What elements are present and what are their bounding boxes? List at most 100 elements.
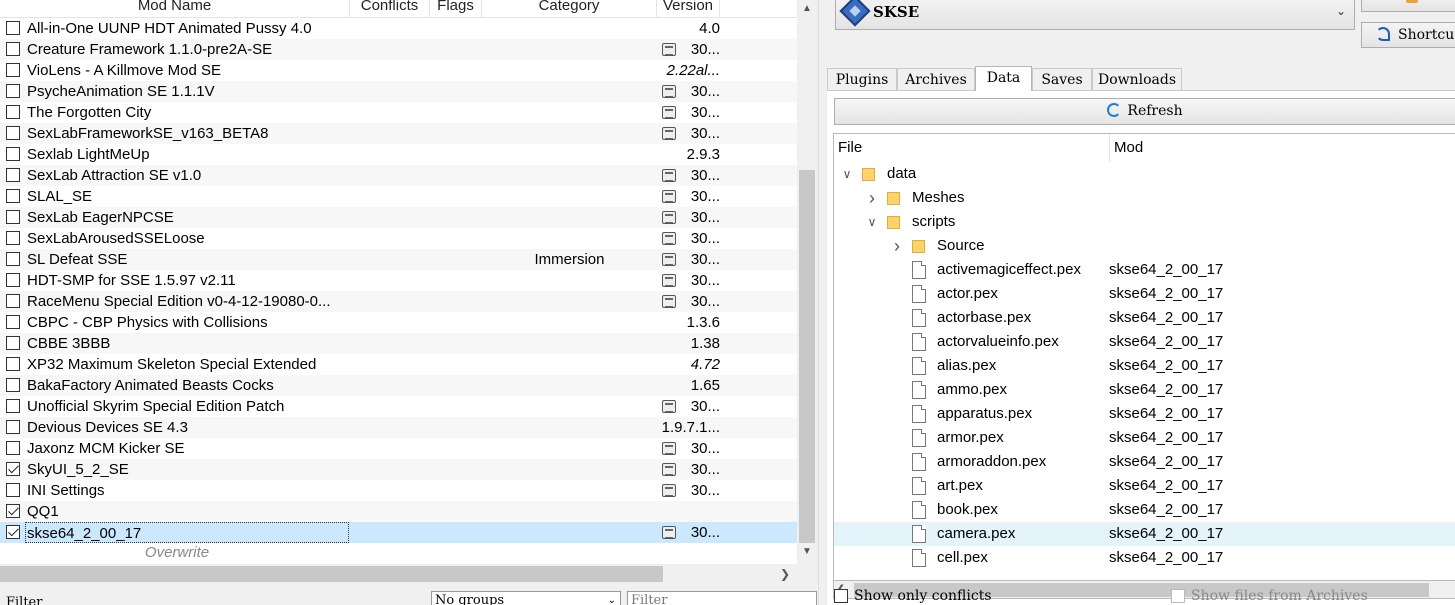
mod-enabled-checkbox[interactable] [6,420,20,434]
mod-row[interactable]: SLAL_SE 30... [0,186,797,207]
column-flags[interactable]: Flags [430,0,482,18]
checkbox-box[interactable] [1171,589,1185,603]
tree-row[interactable]: actor.pex skse64_2_00_17 [834,282,1455,306]
mod-enabled-checkbox[interactable] [6,357,20,371]
mod-row[interactable]: SexLab EagerNPCSE 30... [0,207,797,228]
tab-downloads[interactable]: Downloads [1092,68,1182,91]
tree-row[interactable]: › Source [834,234,1455,258]
mod-enabled-checkbox[interactable] [6,126,20,140]
scroll-up-icon[interactable]: ▲ [797,0,817,18]
mod-enabled-checkbox[interactable] [6,252,20,266]
mod-enabled-checkbox[interactable] [6,462,20,476]
column-mod[interactable]: Mod [1110,134,1455,162]
column-file[interactable]: File [834,134,1110,162]
mod-row[interactable]: PsycheAnimation SE 1.1.1V 30... [0,81,797,102]
tree-row[interactable]: armoraddon.pex skse64_2_00_17 [834,450,1455,474]
mod-row[interactable]: Jaxonz MCM Kicker SE 30... [0,438,797,459]
tree-row[interactable]: activemagiceffect.pex skse64_2_00_17 [834,258,1455,282]
mod-list[interactable]: Mod Name Conflicts Flags Category Versio… [0,0,797,564]
tree-row[interactable]: actorbase.pex skse64_2_00_17 [834,306,1455,330]
mod-enabled-checkbox[interactable] [6,105,20,119]
scroll-right-icon[interactable]: ❯ [777,564,793,584]
tree-row[interactable]: cell.pex skse64_2_00_17 [834,546,1455,570]
mod-list-horizontal-scrollbar[interactable]: ❯ [0,564,797,584]
mod-enabled-checkbox[interactable] [6,315,20,329]
mod-enabled-checkbox[interactable] [6,42,20,56]
chevron-right-icon[interactable]: › [890,234,904,258]
column-version[interactable]: Version [657,0,720,18]
groups-select[interactable]: No groups ⌄ [431,591,621,605]
mod-row[interactable]: SexLabFrameworkSE_v163_BETA8 30... [0,123,797,144]
mod-enabled-checkbox[interactable] [6,189,20,203]
mod-row[interactable]: CBPC - CBP Physics with Collisions 1.3.6 [0,312,797,333]
tab-saves[interactable]: Saves [1032,68,1092,91]
tree-row[interactable]: › Meshes [834,186,1455,210]
scroll-down-icon[interactable]: ▼ [797,543,817,561]
mod-row[interactable]: HDT-SMP for SSE 1.5.97 v2.11 30... [0,270,797,291]
tree-row[interactable]: ∨ scripts [834,210,1455,234]
column-category[interactable]: Category [482,0,657,18]
mod-enabled-checkbox[interactable] [6,168,20,182]
refresh-button[interactable]: Refresh [834,98,1455,125]
column-mod-name[interactable]: Mod Name [0,0,350,18]
mod-row[interactable]: INI Settings 30... [0,480,797,501]
mod-row[interactable]: The Forgotten City 30... [0,102,797,123]
checkbox-box[interactable] [834,589,848,603]
tree-row[interactable]: book.pex skse64_2_00_17 [834,498,1455,522]
mod-row[interactable]: BakaFactory Animated Beasts Cocks 1.65 [0,375,797,396]
tree-row[interactable]: armor.pex skse64_2_00_17 [834,426,1455,450]
mod-row[interactable]: VioLens - A Killmove Mod SE 2.22al... [0,60,797,81]
tab-data[interactable]: Data [975,66,1032,91]
mod-list-vertical-scrollbar[interactable]: ▲ ▼ [797,0,817,564]
mod-enabled-checkbox[interactable] [6,273,20,287]
mod-row[interactable]: SexLab Attraction SE v1.0 30... [0,165,797,186]
tree-row[interactable]: apparatus.pex skse64_2_00_17 [834,402,1455,426]
mod-enabled-checkbox[interactable] [6,84,20,98]
scrollbar-thumb[interactable] [0,566,663,582]
mod-row[interactable]: Devious Devices SE 4.3 1.9.7.1... [0,417,797,438]
mod-enabled-checkbox[interactable] [6,231,20,245]
chevron-right-icon[interactable]: › [865,186,879,210]
mod-row[interactable]: QQ1 [0,501,797,522]
mod-enabled-checkbox[interactable] [6,378,20,392]
mod-enabled-checkbox[interactable] [6,399,20,413]
tree-row[interactable]: art.pex skse64_2_00_17 [834,474,1455,498]
mod-enabled-checkbox[interactable] [6,441,20,455]
mod-row[interactable]: SL Defeat SSE Immersion 30... [0,249,797,270]
chevron-down-icon[interactable]: ∨ [865,210,879,234]
mod-enabled-checkbox[interactable] [6,504,20,518]
chevron-down-icon[interactable]: ∨ [840,162,854,186]
filter-input[interactable]: Filter [627,591,817,605]
overwrite-row[interactable]: Overwrite [27,542,327,563]
scrollbar-thumb[interactable] [799,170,815,543]
mod-enabled-checkbox[interactable] [6,483,20,497]
mod-enabled-checkbox[interactable] [6,147,20,161]
mod-row[interactable]: XP32 Maximum Skeleton Special Extended 4.… [0,354,797,375]
mod-enabled-checkbox[interactable] [6,210,20,224]
tree-row[interactable]: actorvalueinfo.pex skse64_2_00_17 [834,330,1455,354]
mod-row[interactable]: Sexlab LightMeUp 2.9.3 [0,144,797,165]
mod-row[interactable]: CBBE 3BBB 1.38 [0,333,797,354]
mod-row[interactable]: skse64_2_00_17 30... [0,522,797,543]
mod-row[interactable]: All-in-One UUNP HDT Animated Pussy 4.0 4.… [0,18,797,39]
mod-enabled-checkbox[interactable] [6,21,20,35]
tree-row[interactable]: alias.pex skse64_2_00_17 [834,354,1455,378]
mod-enabled-checkbox[interactable] [6,525,20,539]
mod-enabled-checkbox[interactable] [6,294,20,308]
shortcut-button[interactable]: Shortcut [1361,22,1455,48]
mod-row[interactable]: SkyUI_5_2_SE 30... [0,459,797,480]
mod-row[interactable]: SexLabArousedSSELoose 30... [0,228,797,249]
tree-row[interactable]: ∨ data [834,162,1455,186]
data-file-tree[interactable]: File Mod ∨ data › Meshes ∨ scripts › Source acti… [833,133,1455,581]
tab-plugins[interactable]: Plugins [827,68,897,91]
mod-row[interactable]: RaceMenu Special Edition v0-4-12-19080-0… [0,291,797,312]
tree-row[interactable]: camera.pex skse64_2_00_17 [834,522,1455,546]
mod-enabled-checkbox[interactable] [6,63,20,77]
run-button[interactable] [1361,0,1455,12]
mod-row[interactable]: Unofficial Skyrim Special Edition Patch 3… [0,396,797,417]
column-conflicts[interactable]: Conflicts [350,0,430,18]
tree-row[interactable]: ammo.pex skse64_2_00_17 [834,378,1455,402]
executable-select[interactable]: SKSE ⌄ [835,0,1355,30]
mod-row[interactable]: Creature Framework 1.1.0-pre2A-SE 30... [0,39,797,60]
mod-enabled-checkbox[interactable] [6,336,20,350]
